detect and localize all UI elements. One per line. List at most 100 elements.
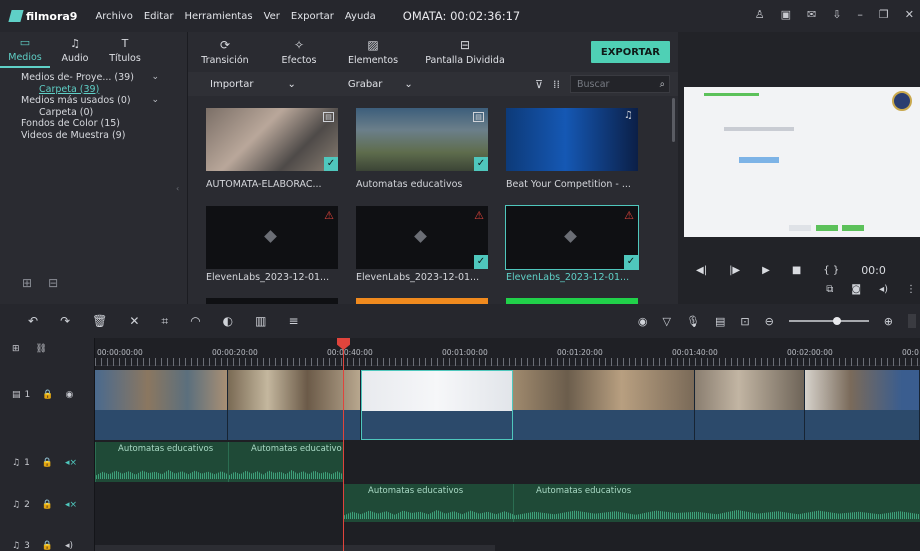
lock-icon[interactable]: 🔒: [42, 541, 53, 551]
marker-icon[interactable]: ▽: [663, 315, 671, 328]
time-ruler[interactable]: 00:00:00:00 00:00:20:00 00:00:40:00 00:0…: [95, 338, 920, 366]
export-button[interactable]: EXPORTAR: [590, 41, 670, 63]
lock-icon[interactable]: 🔒: [42, 500, 53, 510]
render-icon[interactable]: ◉: [638, 315, 648, 328]
search-input[interactable]: Buscar ⌕: [570, 75, 670, 93]
tab-pantalla-dividida[interactable]: ⊟ Pantalla Dividida: [410, 32, 520, 72]
close-icon[interactable]: ✕: [905, 8, 914, 21]
tree-item-medios-proyecto[interactable]: Medios de- Proye... (39) ⌄: [0, 72, 177, 84]
video-clip[interactable]: [695, 370, 805, 440]
play-icon[interactable]: ▶: [762, 265, 770, 276]
media-item-elevenlabs-3[interactable]: ⚠ ✓: [505, 205, 639, 270]
video-clip[interactable]: [228, 370, 361, 440]
snapshot-icon[interactable]: ◙: [851, 284, 861, 295]
video-clip[interactable]: [805, 370, 920, 440]
audio-clip[interactable]: Automatas educativo: [228, 442, 343, 482]
add-track-icon[interactable]: ⊞: [12, 344, 20, 354]
mute-icon[interactable]: ◂×: [65, 500, 77, 510]
tab-audio[interactable]: ♫ Audio: [50, 32, 100, 68]
media-item-elevenlabs-1[interactable]: ⚠: [206, 206, 338, 269]
zoom-out-icon[interactable]: ⊖: [765, 315, 774, 328]
step-back-icon[interactable]: ◀|: [696, 265, 707, 276]
menu-archivo[interactable]: Archivo: [95, 11, 132, 22]
restore-icon[interactable]: ❐: [879, 8, 889, 21]
tab-elementos[interactable]: ▨ Elementos: [336, 32, 410, 72]
search-icon[interactable]: ⌕: [660, 79, 665, 90]
audio-track-1: Automatas educativos Automatas educativo: [95, 442, 920, 484]
tree-item-videos-muestra[interactable]: Videos de Muestra (9): [0, 130, 177, 142]
volume-icon[interactable]: ◂): [879, 284, 888, 295]
delete-icon[interactable]: 🗑: [92, 314, 107, 329]
collapse-panel-icon[interactable]: ‹: [176, 184, 179, 193]
video-clip[interactable]: [95, 370, 228, 440]
undo-icon[interactable]: ↶: [28, 314, 38, 329]
grid-view-icon[interactable]: ⁞⁞: [553, 78, 560, 91]
eye-icon[interactable]: ◉: [65, 390, 73, 400]
video-clip-selected[interactable]: [361, 370, 513, 440]
cut-icon[interactable]: ✕: [129, 314, 139, 329]
lock-icon[interactable]: 🔒: [42, 458, 53, 468]
video-clip[interactable]: [513, 370, 695, 440]
timeline-header-tools: ⊞ ⛓: [0, 344, 95, 354]
media-item-beat-your-competition[interactable]: ♫: [506, 108, 638, 171]
new-folder-icon[interactable]: ⊞: [22, 276, 32, 290]
tab-medios[interactable]: ▭ Medios: [0, 32, 50, 68]
display-settings-icon[interactable]: ⧉: [826, 284, 833, 295]
filter-icon[interactable]: ⊽: [535, 78, 543, 91]
download-icon[interactable]: ⇩: [832, 8, 841, 21]
redo-icon[interactable]: ↷: [60, 314, 70, 329]
step-forward-icon[interactable]: |▶: [729, 265, 740, 276]
save-icon[interactable]: ▣: [781, 8, 791, 21]
chevron-down-icon[interactable]: ⌄: [151, 72, 177, 84]
grid-scrollbar[interactable]: [672, 98, 675, 142]
zoom-in-icon[interactable]: ⊕: [884, 315, 893, 328]
menu-exportar[interactable]: Exportar: [291, 11, 334, 22]
zoom-slider[interactable]: [788, 317, 869, 325]
menu-ver[interactable]: Ver: [264, 11, 280, 22]
fit-icon[interactable]: ⊡: [740, 315, 749, 328]
stop-icon[interactable]: ■: [792, 265, 801, 276]
chevron-down-icon[interactable]: ⌄: [151, 95, 177, 107]
mail-icon[interactable]: ✉: [807, 8, 816, 21]
tree-item-carpeta-0[interactable]: Carpeta (0): [0, 107, 177, 119]
import-dropdown[interactable]: Importar ⌄: [210, 79, 296, 90]
color-icon[interactable]: ◐: [223, 314, 233, 329]
panel-toggle[interactable]: [908, 314, 916, 328]
tree-item-medios-usados[interactable]: Medios más usados (0) ⌄: [0, 95, 177, 107]
speed-icon[interactable]: ◠: [190, 314, 200, 329]
voiceover-icon[interactable]: 🎙: [686, 315, 700, 328]
preview-screen[interactable]: [684, 87, 920, 237]
tab-efectos[interactable]: ✧ Efectos: [262, 32, 336, 72]
menu-ayuda[interactable]: Ayuda: [345, 11, 376, 22]
zoom-slider-knob[interactable]: [832, 317, 841, 325]
playhead[interactable]: [343, 338, 344, 551]
audio-clip[interactable]: Automatas educativos: [95, 442, 228, 482]
link-icon[interactable]: ⛓: [36, 344, 47, 354]
lock-icon[interactable]: 🔒: [42, 390, 53, 400]
tab-transicion[interactable]: ⟳ Transición: [188, 32, 262, 72]
mark-in-out-icon[interactable]: { }: [823, 265, 839, 276]
delete-folder-icon[interactable]: ⊟: [48, 276, 58, 290]
record-dropdown[interactable]: Grabar ⌄: [348, 79, 413, 90]
menu-herramientas[interactable]: Herramientas: [184, 11, 252, 22]
audio-mixer-icon[interactable]: ≡: [289, 314, 299, 329]
minimize-icon[interactable]: –: [857, 8, 863, 21]
media-item-automata-elaborac[interactable]: ▤ ✓: [206, 108, 338, 171]
fullscreen-icon[interactable]: ⋮: [906, 284, 916, 295]
audio-waveform: [229, 470, 343, 479]
tree-item-fondos-color[interactable]: Fondos de Color (15): [0, 118, 177, 130]
tab-titulos[interactable]: T Títulos: [100, 32, 150, 68]
subtitle-icon[interactable]: ▤: [715, 315, 725, 328]
green-screen-icon[interactable]: ▥: [255, 314, 266, 329]
audio-clip[interactable]: Automatas educativos: [343, 484, 513, 522]
menu-editar[interactable]: Editar: [144, 11, 174, 22]
edit-tools-right: ◉ ▽ 🎙 ▤ ⊡ ⊖ ⊕: [638, 314, 916, 328]
crop-icon[interactable]: ⌗: [161, 314, 168, 329]
tree-item-carpeta-39[interactable]: Carpeta (39): [0, 84, 177, 96]
mute-icon[interactable]: ◂×: [65, 458, 77, 468]
media-item-elevenlabs-2[interactable]: ⚠ ✓: [356, 206, 488, 269]
media-item-automatas-educativos[interactable]: ▤ ✓: [356, 108, 488, 171]
volume-icon[interactable]: ◂): [65, 541, 73, 551]
user-icon[interactable]: ♙: [755, 8, 765, 21]
audio-clip[interactable]: Automatas educativos: [513, 484, 920, 522]
